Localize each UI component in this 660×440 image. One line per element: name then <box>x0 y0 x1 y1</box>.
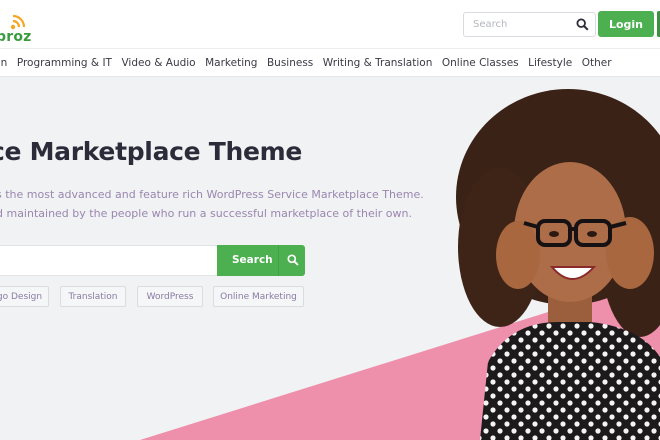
popular-tag-wordpress[interactable]: WordPress <box>137 286 203 307</box>
category-other[interactable]: Other <box>582 57 612 69</box>
category-design[interactable]: gn <box>0 57 7 69</box>
category-programming-it[interactable]: Programming & IT <box>17 57 112 69</box>
search-icon[interactable] <box>576 18 589 31</box>
login-button[interactable]: Login <box>598 11 654 37</box>
category-video-audio[interactable]: Video & Audio <box>121 57 195 69</box>
signal-icon <box>10 14 26 30</box>
logo-text: proz <box>0 29 32 45</box>
popular-tag-logo-design[interactable]: go Design <box>0 286 49 307</box>
hero-subtitle-line-1: s the most advanced and feature rich Wor… <box>0 188 424 201</box>
button-divider <box>278 245 279 276</box>
category-online-classes[interactable]: Online Classes <box>442 57 519 69</box>
search-icon <box>287 254 299 266</box>
category-business[interactable]: Business <box>267 57 313 69</box>
category-marketing[interactable]: Marketing <box>205 57 257 69</box>
header-search-input[interactable] <box>464 13 572 36</box>
hero-portrait-image <box>456 89 660 440</box>
hero-search-input[interactable] <box>0 245 217 276</box>
popular-tag-online-marketing[interactable]: Online Marketing <box>213 286 304 307</box>
category-lifestyle[interactable]: Lifestyle <box>528 57 572 69</box>
top-header: proz Login <box>0 0 660 48</box>
category-nav: gn Programming & IT Video & Audio Market… <box>0 48 660 77</box>
category-writing-translation[interactable]: Writing & Translation <box>323 57 433 69</box>
header-search <box>463 12 596 37</box>
hero-section: ce Marketplace Theme s the most advanced… <box>0 77 660 440</box>
popular-tag-translation[interactable]: Translation <box>60 286 126 307</box>
hero-search-button-label: Search <box>232 254 273 266</box>
site-logo[interactable]: proz <box>0 6 36 45</box>
hero-subtitle-line-2: d maintained by the people who run a suc… <box>0 207 412 220</box>
hero-title: ce Marketplace Theme <box>0 137 303 166</box>
hero-search-button[interactable]: Search <box>217 245 305 276</box>
